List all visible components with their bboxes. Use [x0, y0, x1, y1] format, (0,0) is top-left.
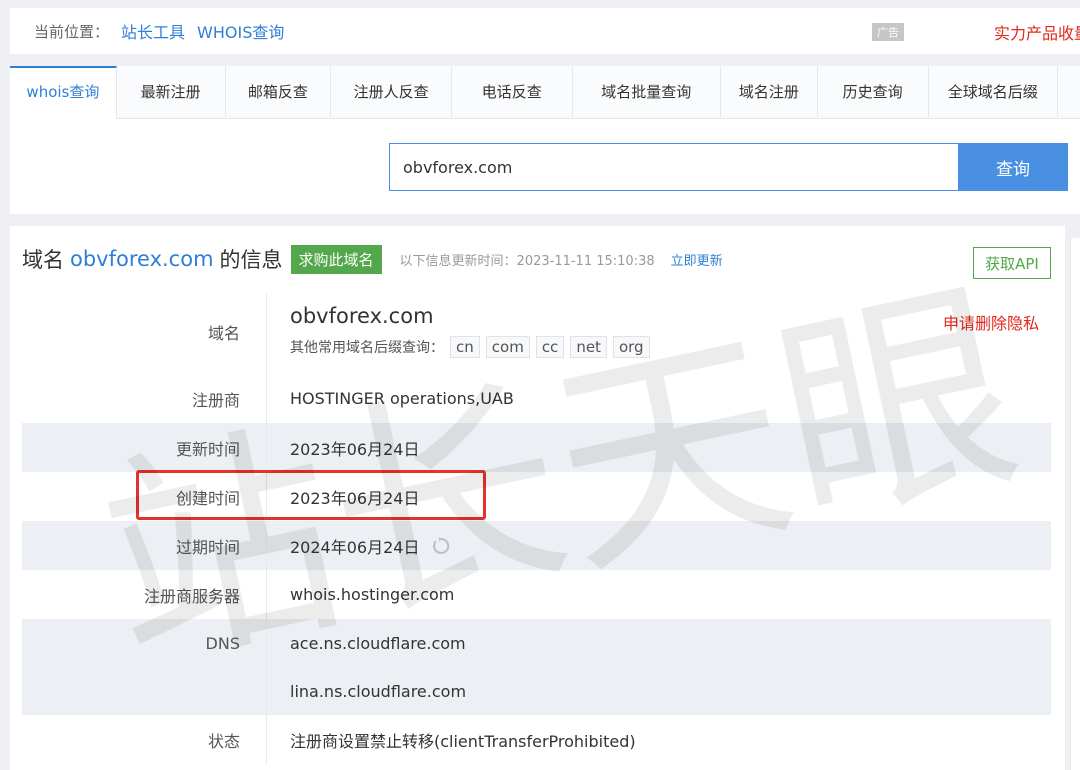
- search-button[interactable]: 查询: [958, 143, 1068, 191]
- breadcrumb-link-whois[interactable]: WHOIS查询: [197, 19, 284, 43]
- row-label: 更新时间: [175, 439, 240, 459]
- tab-domain-register[interactable]: 域名注册: [721, 66, 818, 117]
- tab-batch-query[interactable]: 域名批量查询: [573, 66, 721, 117]
- tab-whois[interactable]: whois查询: [10, 66, 117, 119]
- row-label: 过期时间: [175, 537, 240, 557]
- table-row: 状态 注册商设置禁止转移(clientTransferProhibited): [22, 715, 1051, 764]
- suffix-org[interactable]: org: [612, 336, 650, 358]
- row-label: 注册商: [191, 390, 240, 410]
- row-value: lina.ns.cloudflare.com: [266, 667, 1051, 715]
- table-row: 过期时间 2024年06月24日: [22, 521, 1051, 570]
- suffix-cn[interactable]: cn: [450, 336, 480, 358]
- suffix-links: 其他常用域名后缀查询： cn com cc net org: [290, 336, 650, 358]
- table-row: 注册商服务器 whois.hostinger.com: [22, 570, 1051, 619]
- suffix-com[interactable]: com: [485, 336, 530, 358]
- table-row: 更新时间 2023年06月24日: [22, 423, 1051, 472]
- tab-registrant-reverse[interactable]: 注册人反查: [331, 66, 452, 117]
- domain-value: obvforex.com: [290, 304, 434, 328]
- tab-global-suffix[interactable]: 全球域名后缀: [929, 66, 1059, 117]
- table-row: 注册商 HOSTINGER operations,UAB: [22, 374, 1051, 423]
- tab-latest-registered[interactable]: 最新注册: [117, 66, 226, 117]
- title-suffix: 的信息: [219, 248, 283, 272]
- suffix-label: 其他常用域名后缀查询：: [290, 340, 444, 356]
- breadcrumb-link-tools[interactable]: 站长工具: [121, 19, 185, 43]
- title-prefix: 域名: [22, 248, 64, 272]
- row-label: 注册商服务器: [143, 586, 240, 606]
- table-row-domain: 域名 obvforex.com 其他常用域名后缀查询： cn com cc ne…: [22, 294, 1051, 374]
- tab-bar: whois查询 最新注册 邮箱反查 注册人反查 电话反查 域名批量查询 域名注册…: [10, 66, 1080, 119]
- row-label: [22, 667, 266, 715]
- suffix-cc[interactable]: cc: [535, 336, 565, 358]
- row-value: HOSTINGER operations,UAB: [266, 374, 1051, 423]
- table-row: lina.ns.cloudflare.com: [22, 667, 1051, 715]
- row-label: 域名: [207, 324, 240, 343]
- row-value-cell: obvforex.com 其他常用域名后缀查询： cn com cc net o…: [266, 294, 1051, 374]
- table-row: DNS ace.ns.cloudflare.com: [22, 619, 1051, 667]
- suffix-net[interactable]: net: [570, 336, 607, 358]
- row-value: ace.ns.cloudflare.com: [266, 619, 1051, 667]
- row-value: 2023年06月24日: [266, 423, 1051, 472]
- buy-domain-button[interactable]: 求购此域名: [290, 244, 382, 274]
- breadcrumb: 当前位置： 站长工具 WHOIS查询 广告 实力产品收量: [10, 8, 1080, 54]
- tab-overflow[interactable]: 域: [1058, 66, 1080, 117]
- remove-privacy-link[interactable]: 申请删除隐私: [943, 310, 1039, 334]
- get-api-button[interactable]: 获取API: [973, 247, 1051, 279]
- search-input[interactable]: [389, 143, 959, 191]
- tab-history[interactable]: 历史查询: [818, 66, 929, 117]
- update-time: 以下信息更新时间：2023-11-11 15:10:38: [399, 253, 655, 269]
- row-value: 2024年06月24日: [290, 537, 420, 557]
- row-label: DNS: [205, 633, 240, 653]
- refresh-now-link[interactable]: 立即更新: [671, 250, 723, 269]
- row-label: 状态: [207, 731, 240, 751]
- search-panel: whois查询 最新注册 邮箱反查 注册人反查 电话反查 域名批量查询 域名注册…: [10, 66, 1080, 214]
- title-domain: obvforex.com: [70, 247, 214, 271]
- row-value: whois.hostinger.com: [266, 570, 1051, 619]
- whois-table: 域名 obvforex.com 其他常用域名后缀查询： cn com cc ne…: [22, 294, 1051, 764]
- promo-link[interactable]: 实力产品收量: [994, 20, 1080, 44]
- tab-email-reverse[interactable]: 邮箱反查: [226, 66, 332, 117]
- side-panel-edge: [1070, 238, 1080, 770]
- renew-icon[interactable]: [431, 536, 451, 556]
- row-value-cell: 2024年06月24日: [266, 521, 1051, 570]
- ad-badge: 广告: [872, 23, 904, 41]
- info-header: 域名 obvforex.com 的信息 求购此域名 以下信息更新时间：2023-…: [22, 244, 723, 274]
- highlight-box: [136, 470, 486, 520]
- row-value: 注册商设置禁止转移(clientTransferProhibited): [266, 715, 1051, 764]
- breadcrumb-label: 当前位置：: [34, 22, 110, 41]
- tab-phone-reverse[interactable]: 电话反查: [452, 66, 573, 117]
